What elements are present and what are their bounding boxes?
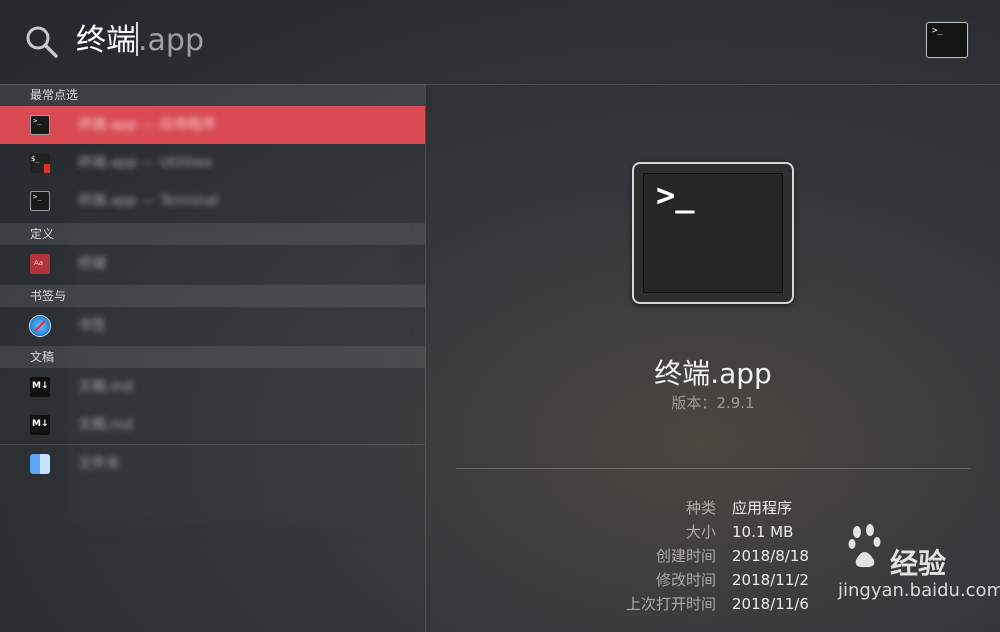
list-item[interactable]: 终端 [0, 245, 425, 283]
list-item[interactable]: 文件夹 [0, 445, 425, 483]
info-label: 大小 [685, 523, 716, 541]
list-item[interactable]: 终端.app — Terminal [0, 182, 425, 220]
list-item[interactable]: 终端.app — Utilities [0, 144, 425, 182]
markdown-icon [30, 415, 50, 435]
list-item-label: 终端.app — 应用程序 [78, 117, 216, 133]
section-label: 最常点选 [30, 88, 79, 102]
list-item-label: 书签 [78, 318, 106, 334]
search-completion-text: .app [138, 23, 205, 58]
terminal-screen: >_ [643, 173, 783, 293]
section-label: 书签与 [30, 289, 67, 303]
list-item[interactable]: 终端.app — 应用程序 [0, 106, 425, 144]
info-row-kind: 种类 应用程序 [426, 496, 1000, 520]
info-value: 10.1 MB [732, 523, 794, 541]
dictionary-icon [30, 254, 50, 274]
paw-icon [848, 524, 881, 568]
list-item-label: 终端.app — Terminal [78, 193, 219, 209]
terminal-icon [30, 191, 50, 211]
app-name: 终端.app [654, 357, 772, 390]
search-input[interactable]: 终端.app [76, 18, 204, 64]
list-item-label: 终端 [78, 256, 106, 272]
terminal-app-icon: >_ [632, 162, 794, 304]
section-label: 文稿 [30, 350, 55, 364]
info-label: 种类 [685, 499, 716, 517]
list-item-label: 终端.app — Utilities [78, 155, 213, 171]
info-label: 上次打开时间 [625, 595, 716, 613]
section-header-documents: 文稿 [0, 346, 425, 368]
info-label: 修改时间 [655, 571, 716, 589]
search-icon [26, 26, 58, 58]
section-label: 定义 [30, 227, 55, 241]
search-bar: 终端.app >_ [0, 0, 1000, 85]
section-header-bookmarks: 书签与 [0, 285, 425, 307]
terminal-prompt: >_ [656, 176, 695, 214]
header-icon-prompt: >_ [932, 26, 943, 36]
section-header-top-hits: 最常点选 [0, 84, 425, 106]
list-item[interactable]: 书签 [0, 307, 425, 345]
spotlight-window: 终端.app >_ 最常点选 终端.app — 应用程序 终端.app — Ut… [0, 0, 1000, 632]
app-version: 版本：2.9.1 [671, 394, 755, 412]
iterm-icon [30, 153, 50, 173]
list-item-label: 文件夹 [78, 456, 120, 472]
watermark-url: jingyan.baidu.com [838, 580, 1000, 601]
list-item[interactable]: 文稿.md [0, 368, 425, 406]
list-item-label: 文稿.md [78, 417, 133, 433]
list-item-label: 文稿.md [78, 379, 133, 395]
safari-icon [30, 316, 50, 336]
info-label: 创建时间 [655, 547, 716, 565]
info-value: 应用程序 [732, 499, 793, 517]
results-list: 最常点选 终端.app — 应用程序 终端.app — Utilities 终端… [0, 84, 426, 632]
markdown-icon [30, 377, 50, 397]
section-header-definition: 定义 [0, 223, 425, 245]
terminal-icon [30, 115, 50, 135]
search-typed-text: 终端 [76, 23, 136, 58]
finder-icon [30, 454, 50, 474]
baidu-watermark: 经验 jingyan.baidu.com [790, 520, 1000, 620]
preview-divider [456, 468, 970, 469]
watermark-brand: 经验 [890, 547, 947, 580]
list-item[interactable]: 文稿.md [0, 406, 425, 444]
terminal-icon[interactable]: >_ [926, 22, 968, 58]
